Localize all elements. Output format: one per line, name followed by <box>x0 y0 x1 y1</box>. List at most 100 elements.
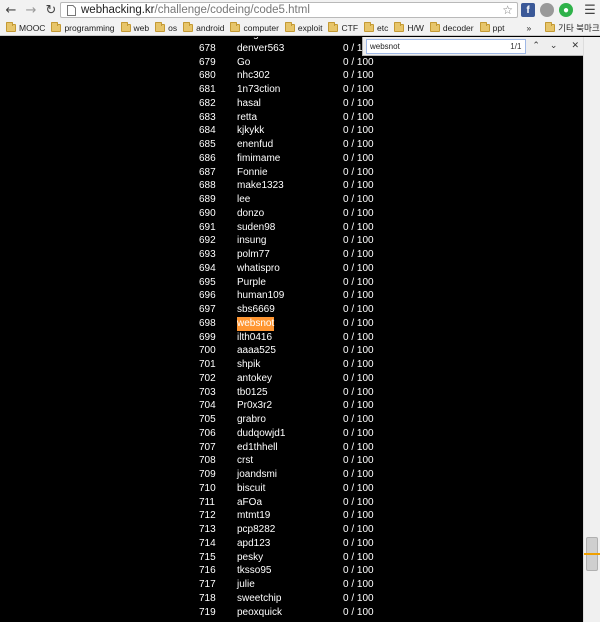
user-name: insung <box>237 235 267 247</box>
folder-icon <box>120 21 131 32</box>
table-row: 707 ed1thhell 0 / 100 <box>0 441 583 455</box>
user-name: whatispro <box>237 262 280 274</box>
rank-number: 702 <box>199 372 216 384</box>
overflow-chevron-icon: » <box>526 22 532 33</box>
table-row: 700 aaaa525 0 / 100 <box>0 344 583 358</box>
rank-number: 717 <box>199 579 216 590</box>
browser-toolbar: ← → ↻ webhacking.kr/challenge/codeing/co… <box>0 0 600 20</box>
user-name: peoxquick <box>237 606 283 618</box>
hamburger-icon[interactable]: ☰ <box>581 1 599 19</box>
solve-score: 0 / 100 <box>343 194 374 205</box>
solve-score: 0 / 100 <box>343 579 374 590</box>
bookmark-folder-web[interactable]: web <box>120 21 150 33</box>
user-name: fimimame <box>237 152 281 164</box>
rank-number: 692 <box>199 235 216 247</box>
bookmark-folder-hw[interactable]: H/W <box>394 21 424 33</box>
solve-score: 0 / 100 <box>343 386 374 398</box>
find-close-button[interactable]: ✕ <box>567 38 583 54</box>
user-name: enenfud <box>237 139 274 150</box>
bookmark-folder-computer[interactable]: computer <box>230 21 279 33</box>
rank-number: 683 <box>199 111 216 123</box>
rank-number: 680 <box>199 70 216 82</box>
reload-icon[interactable]: ↻ <box>42 1 60 19</box>
solve-score: 0 / 100 <box>343 84 374 95</box>
bookmark-folder-os[interactable]: os <box>155 21 177 33</box>
bookmark-label: H/W <box>407 22 424 33</box>
folder-icon <box>155 21 166 32</box>
rank-number: 718 <box>199 592 216 604</box>
forward-arrow-icon[interactable]: → <box>22 1 40 19</box>
rank-number: 690 <box>199 207 216 219</box>
solve-score: 0 / 100 <box>343 56 374 68</box>
bookmark-label: CTF <box>341 22 359 33</box>
address-bar[interactable]: webhacking.kr/challenge/codeing/code5.ht… <box>60 2 518 18</box>
bookmark-folder-decoder[interactable]: decoder <box>429 21 474 33</box>
user-name: crst <box>237 455 254 467</box>
solve-score: 0 / 100 <box>343 496 374 508</box>
bookmark-folder-mooc[interactable]: MOOC <box>6 21 45 33</box>
user-name: ed1thhell <box>237 441 278 453</box>
facebook-extension-icon[interactable]: f <box>521 3 535 17</box>
find-input[interactable]: websnot 1/1 <box>366 38 527 54</box>
rank-number: 689 <box>199 194 216 205</box>
rank-number: 711 <box>199 496 215 508</box>
back-arrow-icon[interactable]: ← <box>2 1 20 19</box>
user-name: donzo <box>237 207 265 219</box>
other-bookmarks-folder[interactable]: 기타 북마크 <box>545 21 600 34</box>
solve-score: 0 / 100 <box>343 317 374 329</box>
rank-number: 706 <box>199 427 216 439</box>
solve-score: 0 / 100 <box>343 414 374 425</box>
folder-icon <box>6 21 16 32</box>
solve-score: 0 / 100 <box>343 359 374 370</box>
bookmark-folder-etc[interactable]: etc <box>364 21 388 33</box>
find-next-button[interactable]: ⌄ <box>546 38 562 54</box>
bookmark-label: decoder <box>442 22 474 33</box>
green-extension-icon[interactable]: ● <box>559 3 573 17</box>
bookmark-folder-programming[interactable]: programming <box>51 21 115 33</box>
chevron-down-icon: ⌄ <box>549 41 558 51</box>
bookmark-folder-ppt[interactable]: ppt <box>479 21 504 33</box>
other-bookmarks-label: 기타 북마크 <box>558 22 600 33</box>
bookmarks-overflow-button[interactable]: » <box>526 23 531 33</box>
rank-number: 707 <box>199 441 216 453</box>
solve-score: 0 / 100 <box>343 524 374 535</box>
bookmark-folder-ctf[interactable]: CTF <box>328 21 359 33</box>
solve-score: 0 / 100 <box>343 565 374 577</box>
table-row: 719 peoxquick 0 / 100 <box>0 606 583 620</box>
folder-icon <box>284 21 295 32</box>
rank-number: 703 <box>199 386 216 398</box>
bookmark-label: programming <box>64 22 115 33</box>
close-icon: ✕ <box>571 41 579 51</box>
page-content: 677dsogh0 / 100678denver5630 / 100679Go0… <box>0 37 583 622</box>
rank-number: 712 <box>199 510 216 522</box>
table-row: 714 apd123 0 / 100 <box>0 537 583 551</box>
bookmarks-bar: MOOC programming web os android computer… <box>0 20 600 36</box>
bookmark-label: exploit <box>297 22 323 33</box>
bookmark-folder-exploit[interactable]: exploit <box>284 21 323 33</box>
bookmark-label: web <box>133 22 150 33</box>
user-name: Fonnie <box>237 166 268 178</box>
table-row: 712 mtmt19 0 / 100 <box>0 509 583 523</box>
solve-score: 0 / 100 <box>343 592 374 604</box>
rank-number: 682 <box>199 97 216 109</box>
table-row: 686 fimimame 0 / 100 <box>0 152 583 166</box>
user-name: pcp8282 <box>237 524 276 535</box>
ranking-table: 677dsogh0 / 100678denver5630 / 100679Go0… <box>0 37 583 619</box>
bookmark-star-icon[interactable]: ☆ <box>502 3 513 17</box>
rank-number: 684 <box>199 125 216 137</box>
vertical-scrollbar[interactable] <box>583 37 600 622</box>
table-row: 717 julie 0 / 100 <box>0 578 583 592</box>
table-row: 687 Fonnie 0 / 100 <box>0 166 583 180</box>
folder-icon <box>183 21 194 32</box>
find-previous-button[interactable]: ⌃ <box>528 38 544 54</box>
gray-extension-icon[interactable] <box>540 3 554 17</box>
folder-icon <box>394 21 405 32</box>
rank-number: 716 <box>199 565 216 577</box>
bookmark-folder-android[interactable]: android <box>183 21 224 33</box>
rank-number: 699 <box>199 331 216 343</box>
table-row: 702 antokey 0 / 100 <box>0 372 583 386</box>
solve-score: 0 / 100 <box>343 537 374 549</box>
rank-number: 719 <box>199 606 216 618</box>
rank-number: 679 <box>199 56 216 68</box>
rank-number: 691 <box>199 221 216 233</box>
